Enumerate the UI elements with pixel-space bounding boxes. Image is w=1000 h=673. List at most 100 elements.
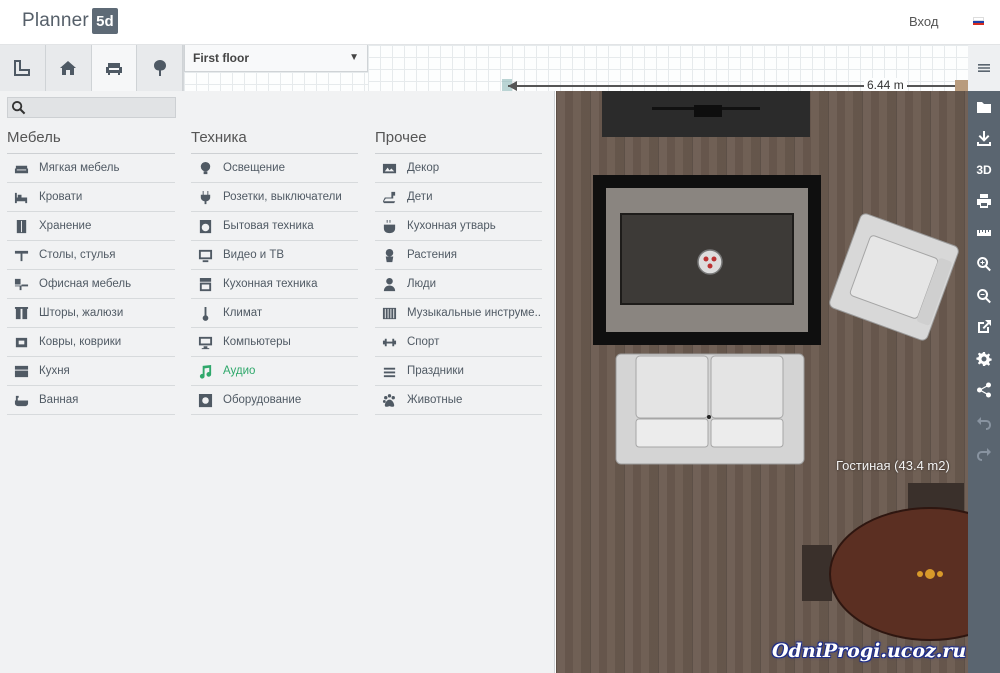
category-item[interactable]: Хранение <box>7 212 175 241</box>
category-label: Розетки, выключатели <box>223 191 342 203</box>
category-item[interactable]: Ванная <box>7 386 175 415</box>
curtains-icon <box>13 305 29 321</box>
category-item[interactable]: Видео и ТВ <box>191 241 358 270</box>
construction-tool-button[interactable] <box>45 45 92 91</box>
music-note-icon <box>197 363 213 379</box>
category-item-active[interactable]: Аудио <box>191 357 358 386</box>
category-label: Оборудование <box>223 394 302 406</box>
settings-button[interactable] <box>968 343 1000 375</box>
zoom-in-button[interactable] <box>968 249 1000 281</box>
category-item[interactable]: Люди <box>375 270 542 299</box>
category-item[interactable]: Праздники <box>375 357 542 386</box>
category-item[interactable]: Розетки, выключатели <box>191 183 358 212</box>
category-item[interactable]: Спорт <box>375 328 542 357</box>
floor-select[interactable]: First floor ▼ <box>184 45 368 72</box>
watermark-text: OdniProgi.ucoz.ru <box>772 640 967 662</box>
cake-icon <box>381 363 397 379</box>
open-project-button[interactable] <box>968 91 1000 123</box>
dropdown-arrow-icon: ▼ <box>349 52 359 63</box>
category-item[interactable]: Музыкальные инструме... <box>375 299 542 328</box>
login-link[interactable]: Вход <box>909 14 938 29</box>
dining-table[interactable] <box>802 483 968 641</box>
category-label: Офисная мебель <box>39 278 132 290</box>
category-item[interactable]: Растения <box>375 241 542 270</box>
redo-button[interactable] <box>968 438 1000 470</box>
category-item[interactable]: Животные <box>375 386 542 415</box>
table-icon <box>13 247 29 263</box>
print-icon <box>977 194 991 209</box>
tv-stand[interactable] <box>602 91 810 137</box>
category-label: Животные <box>407 394 463 406</box>
export-button[interactable] <box>968 312 1000 344</box>
furniture-tool-button[interactable] <box>91 45 138 91</box>
search-icon <box>11 100 26 115</box>
category-item[interactable]: Мягкая мебель <box>7 154 175 183</box>
category-item[interactable]: Бытовая техника <box>191 212 358 241</box>
category-label: Шторы, жалюзи <box>39 307 124 319</box>
flag-ru-icon[interactable] <box>973 17 984 25</box>
office-desk-icon <box>13 276 29 292</box>
share-button[interactable] <box>968 375 1000 407</box>
category-item[interactable]: Кухня <box>7 357 175 386</box>
category-label: Видео и ТВ <box>223 249 285 261</box>
app-header: Planner 5d Вход <box>0 0 1000 45</box>
settings-icon <box>976 351 992 366</box>
redo-icon <box>977 448 991 462</box>
category-item[interactable]: Офисная мебель <box>7 270 175 299</box>
category-label: Мягкая мебель <box>39 162 120 174</box>
category-item[interactable]: Кухонная утварь <box>375 212 542 241</box>
category-item[interactable]: Компьютеры <box>191 328 358 357</box>
zoom-in-icon <box>977 257 991 272</box>
folder-icon <box>977 101 991 113</box>
category-item[interactable]: Освещение <box>191 154 358 183</box>
measure-button[interactable] <box>968 217 1000 249</box>
category-item[interactable]: Кухонная техника <box>191 270 358 299</box>
column-title: Мебель <box>7 129 175 154</box>
category-item[interactable]: Оборудование <box>191 386 358 415</box>
category-column-furniture: Мебель Мягкая мебель Кровати Хранение Ст… <box>7 129 175 415</box>
kitchen-icon <box>13 363 29 379</box>
wardrobe-icon <box>13 218 29 234</box>
gear-icon <box>197 392 213 408</box>
search-box[interactable] <box>7 97 176 118</box>
logo-text: Planner <box>22 10 89 31</box>
print-button[interactable] <box>968 186 1000 218</box>
armchair[interactable] <box>828 212 960 342</box>
category-label: Аудио <box>223 365 256 377</box>
category-item[interactable]: Декор <box>375 154 542 183</box>
picture-icon <box>381 160 397 176</box>
category-label: Ковры, коврики <box>39 336 122 348</box>
sofa-icon <box>105 63 122 75</box>
category-column-other: Прочее Декор Дети Кухонная утварь Растен… <box>375 129 542 415</box>
sofa[interactable] <box>615 353 805 465</box>
sofa-icon <box>13 160 29 176</box>
category-item[interactable]: Климат <box>191 299 358 328</box>
room-label[interactable]: Гостиная (43.4 m2) <box>836 458 950 473</box>
category-label: Кухня <box>39 365 70 377</box>
menu-button[interactable] <box>968 45 1000 91</box>
save-button[interactable] <box>968 123 1000 155</box>
paw-icon <box>381 392 397 408</box>
dimension-label: 6.44 m <box>864 78 907 92</box>
category-item[interactable]: Дети <box>375 183 542 212</box>
zoom-out-button[interactable] <box>968 280 1000 312</box>
coffee-table[interactable] <box>593 175 821 345</box>
floor-select-value: First floor <box>193 51 249 65</box>
catalog-panel: Мебель Мягкая мебель Кровати Хранение Ст… <box>0 91 555 673</box>
app-logo[interactable]: Planner 5d <box>22 8 118 34</box>
undo-button[interactable] <box>968 406 1000 438</box>
plan-canvas[interactable]: Гостиная (43.4 m2) <box>556 91 968 673</box>
category-label: Люди <box>407 278 437 290</box>
category-item[interactable]: Шторы, жалюзи <box>7 299 175 328</box>
3d-view-button[interactable]: 3D <box>968 154 1000 186</box>
wall-handle[interactable] <box>955 80 968 91</box>
rooms-tool-button[interactable] <box>0 45 46 91</box>
rocking-horse-icon <box>381 189 397 205</box>
right-toolbar: 3D <box>968 45 1000 673</box>
category-item[interactable]: Столы, стулья <box>7 241 175 270</box>
category-item[interactable]: Кровати <box>7 183 175 212</box>
plant-icon <box>381 247 397 263</box>
search-input[interactable] <box>28 99 173 116</box>
category-item[interactable]: Ковры, коврики <box>7 328 175 357</box>
exterior-tool-button[interactable] <box>137 45 183 91</box>
